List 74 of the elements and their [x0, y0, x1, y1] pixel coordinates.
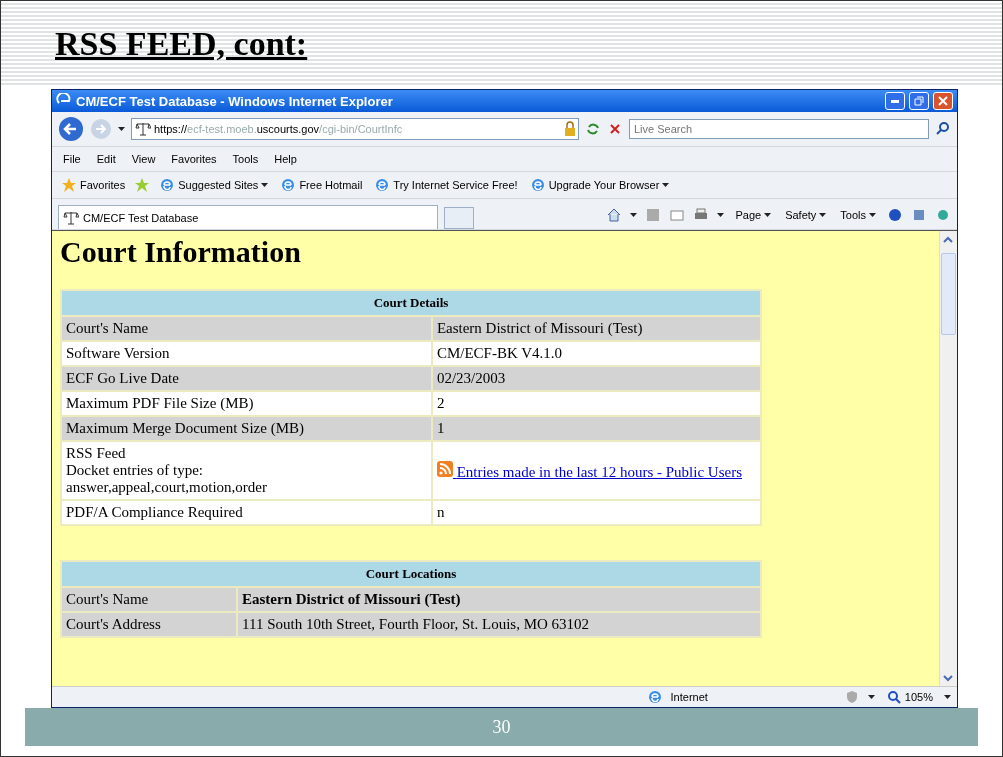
address-field[interactable]: https://ecf-test.moeb.uscourts.gov/cgi-bin/CourtInfc	[131, 118, 579, 140]
cell-text: 1	[436, 420, 445, 436]
favorite-link[interactable]: Suggested Sites	[156, 175, 272, 195]
caret-icon	[819, 213, 827, 217]
caret-icon	[869, 213, 876, 217]
table-cell: Maximum Merge Document Size (MB)	[62, 417, 431, 440]
page-heading: Court Information	[60, 235, 302, 269]
search-field[interactable]: Live Search	[629, 119, 929, 139]
mail-icon	[669, 207, 686, 223]
scales-icon	[135, 121, 151, 137]
menu-item[interactable]: View	[126, 151, 161, 167]
table-cell: Court's Address	[62, 613, 236, 636]
window-title: CM/ECF Test Database - Windows Internet Explorer	[76, 93, 394, 109]
menu-item[interactable]: File	[58, 151, 86, 167]
cell-text: 2	[436, 395, 445, 411]
table-cell: Court's Name	[62, 588, 236, 611]
star-icon	[134, 177, 151, 193]
lock-icon	[562, 121, 578, 137]
favorite-link[interactable]: Upgrade Your Browser	[526, 175, 673, 195]
caret-icon	[662, 183, 670, 187]
command-menu[interactable]: Tools	[837, 207, 879, 223]
scales-icon	[63, 209, 79, 226]
caret-icon	[764, 213, 772, 217]
refresh-icon	[585, 121, 601, 137]
close-button[interactable]	[933, 92, 953, 110]
back-button[interactable]	[58, 116, 84, 142]
minimize-icon	[891, 99, 899, 103]
favorite-link[interactable]: Free Hotmail	[277, 175, 366, 195]
menu-item[interactable]: Tools	[227, 151, 264, 167]
caret-icon	[630, 213, 638, 217]
zoom-icon	[885, 689, 902, 705]
star-icon	[61, 177, 77, 193]
menu-item[interactable]: Edit	[91, 151, 121, 167]
restore-icon	[913, 95, 925, 107]
caret-icon	[944, 695, 951, 699]
command-menu[interactable]: Safety	[782, 207, 830, 223]
rss-icon	[436, 460, 453, 477]
favorite-link[interactable]: Try Internet Service Free!	[371, 175, 521, 195]
table-cell: RSS Feed Docket entries of type: answer,appeal,court,motion,order	[62, 442, 431, 499]
slide-title: RSS FEED, cont:	[55, 25, 308, 63]
close-icon	[937, 95, 949, 107]
cell-text: Eastern District of Missouri (Test)	[436, 320, 643, 336]
menu-item[interactable]: Favorites	[166, 151, 222, 167]
favorites-button[interactable]: Favorites	[58, 175, 129, 195]
feed-link[interactable]: Entries made in the last 12 hours - Public Users	[436, 463, 742, 480]
page-number: 30	[492, 716, 511, 738]
caret-icon	[867, 695, 875, 699]
caret-icon	[261, 183, 269, 187]
restore-button[interactable]	[909, 92, 929, 110]
cell-text: n	[436, 504, 445, 520]
table-cell: ECF Go Live Date	[62, 367, 431, 390]
browser-tab[interactable]: CM/ECF Test Database	[58, 205, 438, 229]
minimize-button[interactable]	[885, 92, 905, 110]
caret-icon	[717, 213, 725, 217]
command-menu[interactable]: Page	[732, 207, 775, 223]
table-cell: Court's Name	[62, 317, 431, 340]
url-text: https://ecf-test.moeb.uscourts.gov/cgi-bin/CourtInfc	[154, 123, 403, 135]
cell-text: 111 South 10th Street, Fourth Floor, St. Louis, MO 63102	[242, 616, 590, 632]
table-cell: Software Version	[62, 342, 431, 365]
cell-text: CM/ECF-BK V4.1.0	[436, 345, 563, 361]
menu-item[interactable]: Help	[269, 151, 302, 167]
table-caption: Court Locations	[62, 562, 760, 586]
scroll-thumb[interactable]	[941, 253, 956, 335]
table-cell: PDF/A Compliance Required	[62, 501, 431, 524]
table-cell: Maximum PDF File Size (MB)	[62, 392, 431, 415]
scrollbar[interactable]	[939, 231, 957, 686]
zoom-button[interactable]: 105%	[882, 687, 936, 707]
security-zone: Internet	[670, 691, 708, 703]
cell-text: Eastern District of Missouri (Test)	[242, 591, 461, 607]
table-caption: Court Details	[62, 291, 760, 315]
search-icon	[935, 121, 951, 137]
home-icon	[606, 207, 623, 223]
cell-text: 02/23/2003	[436, 370, 506, 386]
caret-icon	[118, 127, 125, 131]
